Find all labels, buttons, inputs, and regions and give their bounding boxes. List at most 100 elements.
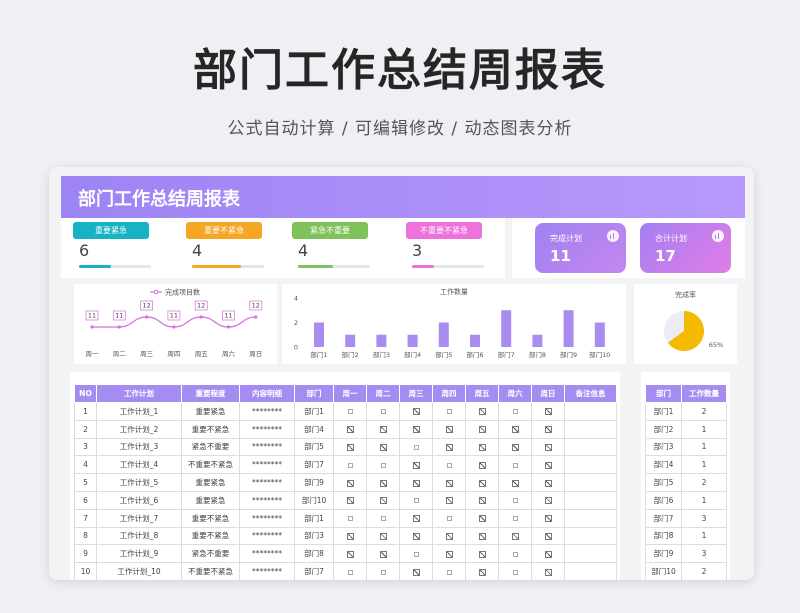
unchecked-checkbox[interactable] bbox=[512, 516, 518, 522]
plan-name-cell[interactable]: 工作计划_4 bbox=[96, 455, 182, 475]
plan-name-cell[interactable]: 工作计划_9 bbox=[96, 544, 182, 564]
detail-cell[interactable]: ******** bbox=[239, 490, 295, 510]
dept-cell[interactable]: 部门10 bbox=[294, 490, 334, 510]
checked-checkbox[interactable] bbox=[346, 479, 354, 487]
unchecked-checkbox[interactable] bbox=[512, 498, 518, 504]
checked-checkbox[interactable] bbox=[478, 426, 486, 434]
checked-checkbox[interactable] bbox=[478, 497, 486, 505]
plan-name-cell[interactable]: 工作计划_2 bbox=[96, 419, 182, 439]
priority-cell[interactable]: 重要不紧急 bbox=[181, 526, 240, 546]
checked-checkbox[interactable] bbox=[478, 532, 486, 540]
unchecked-checkbox[interactable] bbox=[380, 569, 386, 575]
priority-cell[interactable]: 重要紧急 bbox=[181, 490, 240, 510]
remark-cell[interactable] bbox=[564, 419, 617, 439]
checked-checkbox[interactable] bbox=[544, 443, 552, 451]
unchecked-checkbox[interactable] bbox=[512, 569, 518, 575]
detail-cell[interactable]: ******** bbox=[239, 402, 295, 421]
checked-checkbox[interactable] bbox=[544, 568, 552, 576]
checked-checkbox[interactable] bbox=[346, 443, 354, 451]
checked-checkbox[interactable] bbox=[478, 461, 486, 469]
checked-checkbox[interactable] bbox=[379, 426, 387, 434]
remark-cell[interactable] bbox=[564, 402, 617, 421]
dept-cell[interactable]: 部门9 bbox=[294, 473, 334, 492]
checked-checkbox[interactable] bbox=[544, 497, 552, 505]
checked-checkbox[interactable] bbox=[478, 550, 486, 558]
unchecked-checkbox[interactable] bbox=[446, 569, 452, 575]
plan-name-cell[interactable]: 工作计划_6 bbox=[96, 490, 182, 510]
dept-cell[interactable]: 部门4 bbox=[294, 419, 334, 439]
checked-checkbox[interactable] bbox=[478, 515, 486, 523]
unchecked-checkbox[interactable] bbox=[347, 409, 353, 415]
plan-name-cell[interactable]: 工作计划_5 bbox=[96, 473, 182, 492]
checked-checkbox[interactable] bbox=[379, 479, 387, 487]
priority-cell[interactable]: 紧急不重要 bbox=[181, 437, 240, 457]
checked-checkbox[interactable] bbox=[412, 408, 420, 416]
checked-checkbox[interactable] bbox=[412, 515, 420, 523]
unchecked-checkbox[interactable] bbox=[380, 462, 386, 468]
priority-cell[interactable]: 重要不紧急 bbox=[181, 508, 240, 528]
dept-cell[interactable]: 部门1 bbox=[294, 508, 334, 528]
checked-checkbox[interactable] bbox=[412, 532, 420, 540]
dept-cell[interactable]: 部门7 bbox=[294, 455, 334, 475]
remark-cell[interactable] bbox=[564, 437, 617, 457]
unchecked-checkbox[interactable] bbox=[512, 409, 518, 415]
remark-cell[interactable] bbox=[564, 544, 617, 564]
checked-checkbox[interactable] bbox=[445, 479, 453, 487]
checked-checkbox[interactable] bbox=[346, 426, 354, 434]
checked-checkbox[interactable] bbox=[544, 461, 552, 469]
plan-name-cell[interactable]: 工作计划_8 bbox=[96, 526, 182, 546]
priority-cell[interactable]: 紧急不重要 bbox=[181, 544, 240, 564]
remark-cell[interactable] bbox=[564, 562, 617, 580]
checked-checkbox[interactable] bbox=[346, 532, 354, 540]
unchecked-checkbox[interactable] bbox=[413, 551, 419, 557]
checked-checkbox[interactable] bbox=[511, 532, 519, 540]
checked-checkbox[interactable] bbox=[478, 568, 486, 576]
checked-checkbox[interactable] bbox=[412, 568, 420, 576]
priority-cell[interactable]: 不重要不紧急 bbox=[181, 455, 240, 475]
priority-cell[interactable]: 重要紧急 bbox=[181, 402, 240, 421]
detail-cell[interactable]: ******** bbox=[239, 526, 295, 546]
priority-cell[interactable]: 不重要不紧急 bbox=[181, 562, 240, 580]
dept-cell[interactable]: 部门8 bbox=[294, 544, 334, 564]
unchecked-checkbox[interactable] bbox=[347, 462, 353, 468]
unchecked-checkbox[interactable] bbox=[347, 569, 353, 575]
checked-checkbox[interactable] bbox=[445, 497, 453, 505]
unchecked-checkbox[interactable] bbox=[380, 516, 386, 522]
plan-name-cell[interactable]: 工作计划_7 bbox=[96, 508, 182, 528]
checked-checkbox[interactable] bbox=[544, 426, 552, 434]
checked-checkbox[interactable] bbox=[445, 550, 453, 558]
checked-checkbox[interactable] bbox=[412, 461, 420, 469]
unchecked-checkbox[interactable] bbox=[446, 516, 452, 522]
unchecked-checkbox[interactable] bbox=[413, 498, 419, 504]
checked-checkbox[interactable] bbox=[445, 426, 453, 434]
checked-checkbox[interactable] bbox=[544, 532, 552, 540]
detail-cell[interactable]: ******** bbox=[239, 455, 295, 475]
dept-cell[interactable]: 部门1 bbox=[294, 402, 334, 421]
checked-checkbox[interactable] bbox=[511, 443, 519, 451]
detail-cell[interactable]: ******** bbox=[239, 419, 295, 439]
plan-name-cell[interactable]: 工作计划_3 bbox=[96, 437, 182, 457]
plan-name-cell[interactable]: 工作计划_1 bbox=[96, 402, 182, 421]
unchecked-checkbox[interactable] bbox=[446, 462, 452, 468]
priority-cell[interactable]: 重要紧急 bbox=[181, 473, 240, 492]
unchecked-checkbox[interactable] bbox=[446, 409, 452, 415]
dept-cell[interactable]: 部门3 bbox=[294, 526, 334, 546]
unchecked-checkbox[interactable] bbox=[380, 409, 386, 415]
remark-cell[interactable] bbox=[564, 490, 617, 510]
checked-checkbox[interactable] bbox=[412, 426, 420, 434]
checked-checkbox[interactable] bbox=[379, 443, 387, 451]
detail-cell[interactable]: ******** bbox=[239, 562, 295, 580]
checked-checkbox[interactable] bbox=[445, 443, 453, 451]
unchecked-checkbox[interactable] bbox=[512, 462, 518, 468]
checked-checkbox[interactable] bbox=[544, 408, 552, 416]
unchecked-checkbox[interactable] bbox=[512, 551, 518, 557]
detail-cell[interactable]: ******** bbox=[239, 544, 295, 564]
checked-checkbox[interactable] bbox=[412, 479, 420, 487]
dept-cell[interactable]: 部门5 bbox=[294, 437, 334, 457]
priority-cell[interactable]: 重要不紧急 bbox=[181, 419, 240, 439]
plan-name-cell[interactable]: 工作计划_10 bbox=[96, 562, 182, 580]
checked-checkbox[interactable] bbox=[511, 479, 519, 487]
checked-checkbox[interactable] bbox=[511, 426, 519, 434]
checked-checkbox[interactable] bbox=[379, 550, 387, 558]
checked-checkbox[interactable] bbox=[379, 497, 387, 505]
